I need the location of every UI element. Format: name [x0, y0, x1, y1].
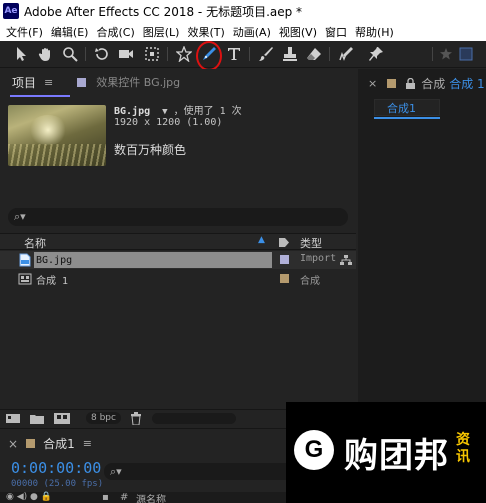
- sort-ascending-icon[interactable]: ▲: [258, 235, 265, 245]
- close-icon[interactable]: ×: [368, 77, 377, 90]
- timeline-tab-menu-icon[interactable]: ≡: [83, 437, 92, 450]
- search-icon: ⌕▾: [110, 464, 122, 478]
- hand-tool-icon[interactable]: [36, 44, 56, 64]
- eraser-tool-icon[interactable]: [304, 44, 324, 64]
- project-item-type: Import: [300, 253, 337, 264]
- preview-filename-row: BG.jpg ▼ ，使用了 1 次: [114, 102, 242, 117]
- search-icon: ⌕▾: [14, 210, 26, 223]
- close-icon[interactable]: ×: [8, 437, 18, 451]
- source-name-header[interactable]: 源名称: [136, 491, 166, 503]
- trash-icon[interactable]: [130, 412, 142, 425]
- type-tool-icon[interactable]: [224, 44, 244, 64]
- effects-label-color: [77, 77, 87, 87]
- pan-behind-tool-icon[interactable]: [142, 44, 162, 64]
- preview-dimensions: 1920 x 1200 (1.00): [114, 117, 223, 128]
- camera-tool-icon[interactable]: [116, 44, 136, 64]
- composition-panel: × 合成 合成 1 合成1: [358, 69, 486, 409]
- project-item-type: 合成: [300, 276, 320, 287]
- preview-colors: 数百万种颜色: [114, 143, 187, 157]
- star-icon[interactable]: [436, 44, 456, 64]
- tools-toolbar: [0, 41, 486, 71]
- network-link-icon: [340, 255, 352, 265]
- column-name-header[interactable]: 名称: [24, 235, 46, 251]
- project-tab-menu-icon[interactable]: ≡: [44, 76, 53, 89]
- workspace-icon[interactable]: [456, 44, 476, 64]
- project-item-row[interactable]: 合成 1 合成: [0, 270, 356, 288]
- star-shape-tool-icon[interactable]: [174, 44, 194, 64]
- project-tab-row: 项目 ≡ 效果控件 BG.jpg: [0, 69, 180, 95]
- project-item-name: BG.jpg: [34, 252, 272, 268]
- preview-usage: ，使用了 1 次: [173, 106, 242, 117]
- composition-label-color: [387, 78, 397, 88]
- menu-view[interactable]: 视图(V): [275, 24, 321, 40]
- column-type-header[interactable]: 类型: [300, 235, 322, 251]
- new-folder-icon[interactable]: [30, 413, 44, 424]
- project-item-row[interactable]: BG.jpg Import: [0, 251, 356, 269]
- clone-stamp-tool-icon[interactable]: [280, 44, 300, 64]
- composition-tab-row: × 合成 合成 1: [358, 69, 486, 97]
- project-item-name: 合成 1: [36, 275, 69, 287]
- image-file-icon: [19, 253, 31, 267]
- puppet-pin-tool-icon[interactable]: [366, 44, 386, 64]
- watermark-logo: G: [294, 430, 334, 470]
- menu-composition[interactable]: 合成(C): [92, 24, 138, 40]
- tab-project[interactable]: 项目: [10, 71, 44, 93]
- toolbar-separator: [432, 47, 433, 61]
- menu-layer[interactable]: 图层(L): [139, 24, 184, 40]
- menu-window[interactable]: 窗口: [321, 24, 351, 40]
- menu-animation[interactable]: 动画(A): [229, 24, 275, 40]
- window-title: Adobe After Effects CC 2018 - 无标题项目.aep …: [24, 4, 303, 19]
- composition-icon: [18, 273, 32, 285]
- label-column-icon: ▪: [102, 492, 109, 503]
- item-label-color[interactable]: [280, 274, 289, 283]
- tab-effect-controls[interactable]: 效果控件 BG.jpg: [96, 74, 180, 90]
- zoom-tool-icon[interactable]: [60, 44, 80, 64]
- toolbar-separator: [249, 47, 250, 61]
- menu-effect[interactable]: 效果(T): [183, 24, 228, 40]
- lock-icon[interactable]: [406, 77, 416, 89]
- timeline-label-color: [26, 439, 36, 448]
- new-composition-icon[interactable]: [54, 413, 70, 424]
- current-time-display[interactable]: 0:00:00:00: [11, 459, 101, 477]
- menu-help[interactable]: 帮助(H): [351, 24, 398, 40]
- menu-bar: 文件(F) 编辑(E) 合成(C) 图层(L) 效果(T) 动画(A) 视图(V…: [0, 22, 486, 41]
- toolbar-separator: [85, 47, 86, 61]
- menu-file[interactable]: 文件(F): [0, 24, 47, 40]
- composition-sub-tab[interactable]: 合成1: [374, 99, 440, 116]
- number-column-header: #: [120, 492, 129, 503]
- brush-tool-icon[interactable]: [256, 44, 276, 64]
- bg-image-thumbnail: [8, 105, 106, 166]
- av-switches-icon[interactable]: ◉ ◀) ● 🔒: [6, 492, 52, 502]
- composition-tab-link[interactable]: 合成 1: [449, 75, 484, 92]
- horizontal-scrollbar[interactable]: [152, 413, 236, 424]
- after-effects-app-icon: Ae: [3, 3, 19, 19]
- selection-tool-icon[interactable]: [12, 44, 32, 64]
- preview-dropdown-icon[interactable]: ▼: [162, 107, 167, 117]
- timeline-tab: × 合成1 ≡: [8, 435, 92, 452]
- menu-edit[interactable]: 编辑(E): [47, 24, 93, 40]
- label-tag-icon[interactable]: [278, 237, 290, 248]
- bit-depth-button[interactable]: 8 bpc: [86, 412, 121, 424]
- project-panel: 项目 ≡ 效果控件 BG.jpg BG.jpg ▼ ，使用了 1 次 1920 …: [0, 69, 356, 409]
- roto-brush-tool-icon[interactable]: [336, 44, 356, 64]
- rotation-tool-icon[interactable]: [92, 44, 112, 64]
- interpret-footage-icon[interactable]: [6, 413, 20, 424]
- sub-tab-underline: [374, 117, 440, 119]
- toolbar-separator: [329, 47, 330, 61]
- project-tab-underline: [10, 95, 70, 97]
- frame-rate-display: 00000 (25.00 fps): [11, 479, 104, 489]
- watermark-text: 购团邦: [344, 436, 449, 476]
- project-search-input[interactable]: ⌕▾: [8, 208, 348, 226]
- watermark-overlay: G 购团邦 资讯: [286, 402, 486, 503]
- toolbar-separator: [167, 47, 168, 61]
- preview-filename: BG.jpg: [114, 106, 151, 117]
- tab-composition[interactable]: 合成: [421, 75, 445, 92]
- item-label-color[interactable]: [280, 255, 289, 264]
- timeline-search-input[interactable]: ⌕▾: [104, 463, 294, 480]
- watermark-side-text: 资讯: [456, 432, 470, 465]
- title-bar: Ae Adobe After Effects CC 2018 - 无标题项目.a…: [0, 0, 486, 22]
- pen-tool-highlight-circle: [196, 41, 222, 71]
- project-list-header: 名称 ▲ 类型: [0, 233, 356, 250]
- tab-timeline-comp[interactable]: 合成1: [43, 435, 75, 452]
